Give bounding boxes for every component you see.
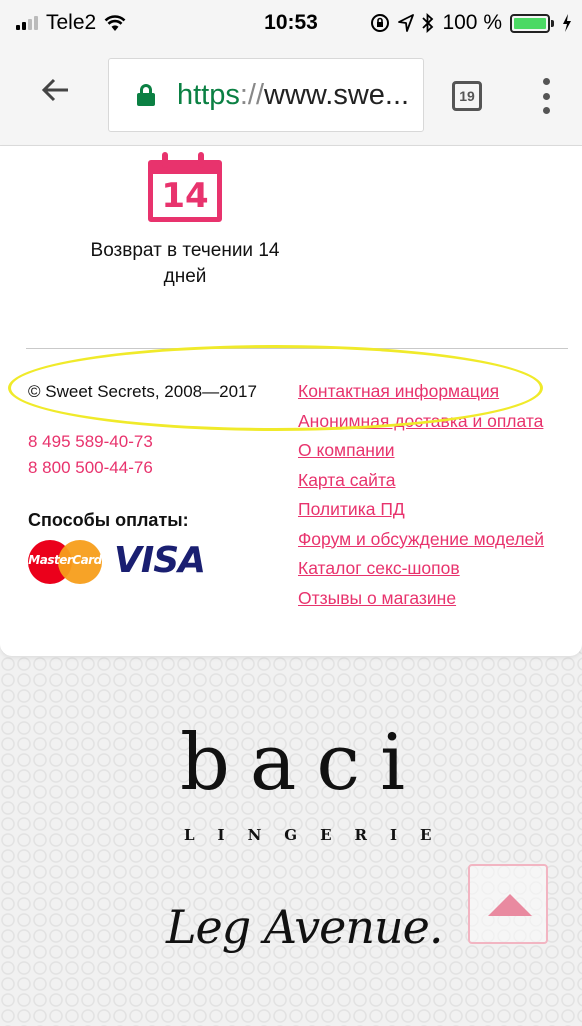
location-icon: [398, 14, 415, 32]
scroll-to-top-button[interactable]: [468, 864, 548, 944]
payment-methods-title: Способы оплаты:: [28, 510, 189, 530]
footer-link-about[interactable]: О компании: [298, 439, 548, 461]
phone-link-2[interactable]: 8 800 500-44-76: [28, 458, 153, 478]
baci-logo[interactable]: baci: [180, 718, 425, 808]
address-bar[interactable]: https://www.swe...: [108, 58, 424, 132]
charging-icon: [563, 14, 571, 32]
wifi-icon: [104, 15, 126, 31]
back-arrow-icon: [41, 78, 68, 102]
footer-link-delivery[interactable]: Анонимная доставка и оплата: [298, 410, 548, 432]
browser-toolbar: https://www.swe... 19: [0, 46, 582, 146]
footer-link-catalog[interactable]: Каталог секс-шопов: [298, 557, 548, 579]
footer-link-forum[interactable]: Форум и обсуждение моделей: [298, 528, 548, 550]
bluetooth-icon: [422, 13, 434, 33]
url-scheme: https: [177, 78, 240, 111]
footer-link-contacts[interactable]: Контактная информация: [298, 380, 548, 402]
tab-count: 19: [459, 88, 475, 104]
signal-icon: [16, 16, 38, 30]
tabs-icon[interactable]: 19: [452, 81, 482, 111]
mastercard-logo: MasterCard: [28, 540, 102, 584]
footer-link-sitemap[interactable]: Карта сайта: [298, 469, 548, 491]
orientation-lock-icon: [371, 14, 390, 32]
url-separator: ://: [239, 78, 265, 111]
return-policy-line2: дней: [163, 266, 207, 287]
footer-link-privacy[interactable]: Политика ПД: [298, 498, 548, 520]
return-policy-text: Возврат в течении 14 дней: [60, 238, 310, 290]
page-footer-card: 14 Возврат в течении 14 дней © Sweet Sec…: [0, 146, 582, 656]
leg-avenue-logo[interactable]: Leg Avenue.: [166, 900, 443, 954]
more-vert-icon[interactable]: [536, 76, 556, 116]
url-host: www.swe...: [264, 78, 410, 111]
status-right: 100 %: [370, 11, 572, 35]
battery-percent: 100 %: [442, 11, 502, 34]
calendar-icon: 14: [148, 152, 222, 222]
phone-link-1[interactable]: 8 495 589-40-73: [28, 432, 153, 452]
carrier-label: Tele2: [46, 11, 97, 34]
battery-icon: [510, 13, 554, 33]
footer-links: Контактная информация Анонимная доставка…: [298, 380, 548, 616]
status-bar: Tele2 10:53 100 %: [0, 0, 582, 46]
footer-divider: [26, 348, 568, 349]
baci-lingerie-subtitle: LINGERIE: [184, 826, 455, 844]
return-policy-line1: Возврат в течении 14: [90, 240, 280, 261]
mastercard-text: MasterCard: [28, 553, 102, 567]
footer-link-reviews[interactable]: Отзывы о магазине: [298, 587, 548, 609]
status-left: Tele2: [16, 11, 126, 35]
lock-icon: [137, 84, 155, 106]
visa-logo: VISA: [114, 540, 206, 581]
copyright-text: © Sweet Secrets, 2008—2017: [28, 382, 257, 401]
calendar-number: 14: [161, 175, 209, 216]
back-button[interactable]: [40, 74, 80, 114]
